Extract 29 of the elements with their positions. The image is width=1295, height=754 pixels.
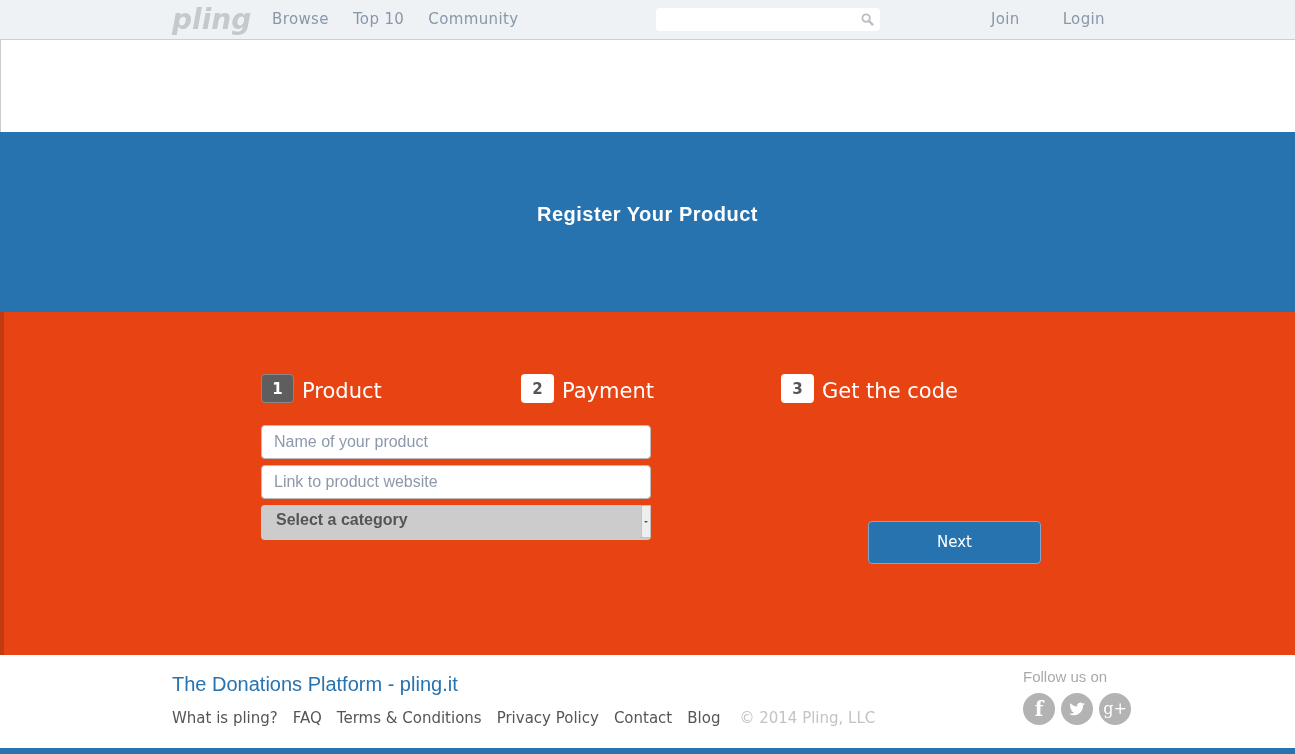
step-label: Payment [562,378,654,405]
footer-link[interactable]: Terms & Conditions [336,707,482,730]
step-label: Product [302,378,382,405]
next-button[interactable]: Next [868,520,1041,564]
footer-link[interactable]: Blog [687,707,721,730]
footer-link[interactable]: FAQ [292,707,322,730]
banner-title: Register Your Product [537,202,758,227]
account-link[interactable]: Join [990,8,1020,31]
category-dropdown[interactable]: Select a category [261,504,651,540]
search-field[interactable] [655,8,880,31]
copyright-text: © 2014 Pling, LLC [739,708,876,729]
follow-label: Follow us on [1023,667,1108,687]
nav-link[interactable]: Browse [272,8,329,31]
step-label: Get the code [822,378,958,405]
nav-link[interactable]: Top 10 [352,8,405,31]
step-number: 1 [261,374,294,404]
footer-title: The Donations Platform - pling.it [172,672,459,697]
footer-link[interactable]: What is pling? [172,707,278,730]
step-number: 3 [781,374,814,404]
nav-link[interactable]: Community [428,8,519,31]
search-icon [860,13,874,26]
account-link[interactable]: Login [1062,8,1105,31]
input-field[interactable]: Link to product website [261,464,651,499]
step-number: 2 [521,374,554,404]
footer-link[interactable]: Privacy Policy [496,707,599,730]
input-field[interactable]: Name of your product [261,424,651,459]
caret-icon [641,504,651,538]
bird-icon[interactable] [1061,692,1093,725]
footer-link[interactable]: Contact [613,707,673,730]
